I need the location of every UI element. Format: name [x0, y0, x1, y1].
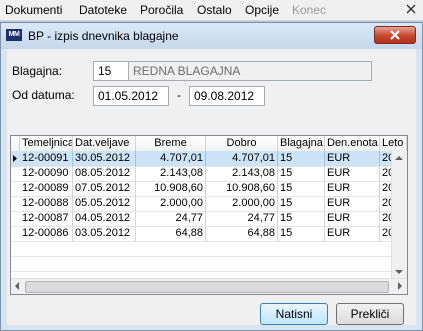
- cell-temeljnica: 12-00091: [20, 151, 73, 166]
- menu-konec[interactable]: Konec: [292, 3, 326, 17]
- cell-breme: 64,88: [136, 226, 206, 241]
- table-row[interactable]: 12-00087 04.05.2012 24,77 24,77 15 EUR 2…: [11, 211, 407, 227]
- blagajna-field[interactable]: 15: [93, 61, 129, 81]
- cell-blagajna: 15: [278, 211, 325, 226]
- cell-temeljnica: 12-00086: [20, 226, 73, 241]
- scroll-left-icon[interactable]: [14, 282, 20, 290]
- scroll-down-icon[interactable]: [395, 269, 403, 275]
- cell-den-enota: EUR: [325, 211, 380, 226]
- cell-breme: 2.000,00: [136, 196, 206, 211]
- cell-dat-veljave: 07.05.2012: [73, 181, 136, 196]
- cancel-button[interactable]: Prekliči: [336, 303, 404, 325]
- cell-dat-veljave: 05.05.2012: [73, 196, 136, 211]
- table-row[interactable]: 12-00091 30.05.2012 4.707,01 4.707,01 15…: [11, 151, 407, 167]
- col-header-dat-veljave[interactable]: Dat.veljave: [73, 136, 136, 151]
- horizontal-scrollbar[interactable]: [11, 278, 407, 294]
- col-header-leto[interactable]: Leto: [380, 136, 407, 151]
- col-header-dobro[interactable]: Dobro: [206, 136, 278, 151]
- journal-grid[interactable]: Temeljnica Dat.veljave Breme Dobro Blaga…: [10, 135, 408, 295]
- cell-temeljnica: 12-00090: [20, 166, 73, 181]
- cell-den-enota: EUR: [325, 196, 380, 211]
- cell-dobro: 2.000,00: [206, 196, 278, 211]
- cell-dobro: 2.143,08: [206, 166, 278, 181]
- col-header-temeljnica[interactable]: Temeljnica: [20, 136, 73, 151]
- date-separator: -: [177, 88, 181, 102]
- scroll-up-icon[interactable]: [395, 155, 403, 161]
- close-icon[interactable]: [405, 3, 417, 15]
- cell-dat-veljave: 30.05.2012: [73, 151, 136, 166]
- col-header-blagajna[interactable]: Blagajna: [278, 136, 325, 151]
- cell-blagajna: 15: [278, 226, 325, 241]
- print-button[interactable]: Natisni: [260, 303, 328, 325]
- table-row[interactable]: 12-00088 05.05.2012 2.000,00 2.000,00 15…: [11, 196, 407, 212]
- od-datuma-label: Od datuma:: [12, 88, 75, 102]
- menu-opcije[interactable]: Opcije: [245, 3, 279, 17]
- col-header-den-enota[interactable]: Den.enota: [325, 136, 380, 151]
- cell-den-enota: EUR: [325, 226, 380, 241]
- blagajna-label: Blagajna:: [12, 64, 63, 78]
- header-corner: [11, 136, 20, 151]
- cell-dat-veljave: 08.05.2012: [73, 166, 136, 181]
- empty-row: [11, 256, 407, 272]
- cell-blagajna: 15: [278, 151, 325, 166]
- menu-bar: Dokumenti Datoteke Poročila Ostalo Opcij…: [0, 0, 423, 21]
- title-bar: MM BP - izpis dnevnika blagajne: [1, 23, 422, 49]
- cell-blagajna: 15: [278, 196, 325, 211]
- table-row[interactable]: 12-00090 08.05.2012 2.143,08 2.143,08 15…: [11, 166, 407, 182]
- cell-den-enota: EUR: [325, 166, 380, 181]
- menu-dokumenti[interactable]: Dokumenti: [5, 3, 62, 17]
- blagajna-name-field: REDNA BLAGAJNA: [128, 61, 372, 81]
- cell-dat-veljave: 04.05.2012: [73, 211, 136, 226]
- close-icon: [390, 30, 400, 40]
- vertical-scrollbar[interactable]: [391, 151, 407, 279]
- do-datuma-field[interactable]: 09.08.2012: [189, 86, 265, 106]
- cell-temeljnica: 12-00087: [20, 211, 73, 226]
- cell-dobro: 64,88: [206, 226, 278, 241]
- window-close-button[interactable]: [374, 26, 416, 44]
- cell-breme: 10.908,60: [136, 181, 206, 196]
- cell-temeljnica: 12-00089: [20, 181, 73, 196]
- grid-header: Temeljnica Dat.veljave Breme Dobro Blaga…: [11, 136, 407, 152]
- table-row[interactable]: 12-00089 07.05.2012 10.908,60 10.908,60 …: [11, 181, 407, 197]
- od-datuma-field[interactable]: 01.05.2012: [93, 86, 169, 106]
- empty-row: [11, 241, 407, 257]
- cell-breme: 2.143,08: [136, 166, 206, 181]
- cell-breme: 4.707,01: [136, 151, 206, 166]
- cell-blagajna: 15: [278, 166, 325, 181]
- menu-porocila[interactable]: Poročila: [140, 3, 183, 17]
- cell-den-enota: EUR: [325, 151, 380, 166]
- cell-dobro: 24,77: [206, 211, 278, 226]
- app-logo-icon: MM: [6, 29, 22, 41]
- horizontal-scroll-thumb[interactable]: [25, 281, 389, 293]
- scroll-right-icon[interactable]: [397, 282, 403, 290]
- cell-breme: 24,77: [136, 211, 206, 226]
- cell-den-enota: EUR: [325, 181, 380, 196]
- cell-dobro: 4.707,01: [206, 151, 278, 166]
- dialog-body: Blagajna: 15 REDNA BLAGAJNA Od datuma: 0…: [7, 49, 416, 325]
- cell-dobro: 10.908,60: [206, 181, 278, 196]
- dialog-window: MM BP - izpis dnevnika blagajne Blagajna…: [0, 22, 423, 331]
- cell-dat-veljave: 03.05.2012: [73, 226, 136, 241]
- cell-blagajna: 15: [278, 181, 325, 196]
- window-title: BP - izpis dnevnika blagajne: [28, 29, 179, 43]
- cell-temeljnica: 12-00088: [20, 196, 73, 211]
- menu-ostalo[interactable]: Ostalo: [197, 3, 232, 17]
- menu-datoteke[interactable]: Datoteke: [79, 3, 127, 17]
- row-pointer-icon: [11, 151, 19, 166]
- table-row[interactable]: 12-00086 03.05.2012 64,88 64,88 15 EUR 2…: [11, 226, 407, 242]
- col-header-breme[interactable]: Breme: [136, 136, 206, 151]
